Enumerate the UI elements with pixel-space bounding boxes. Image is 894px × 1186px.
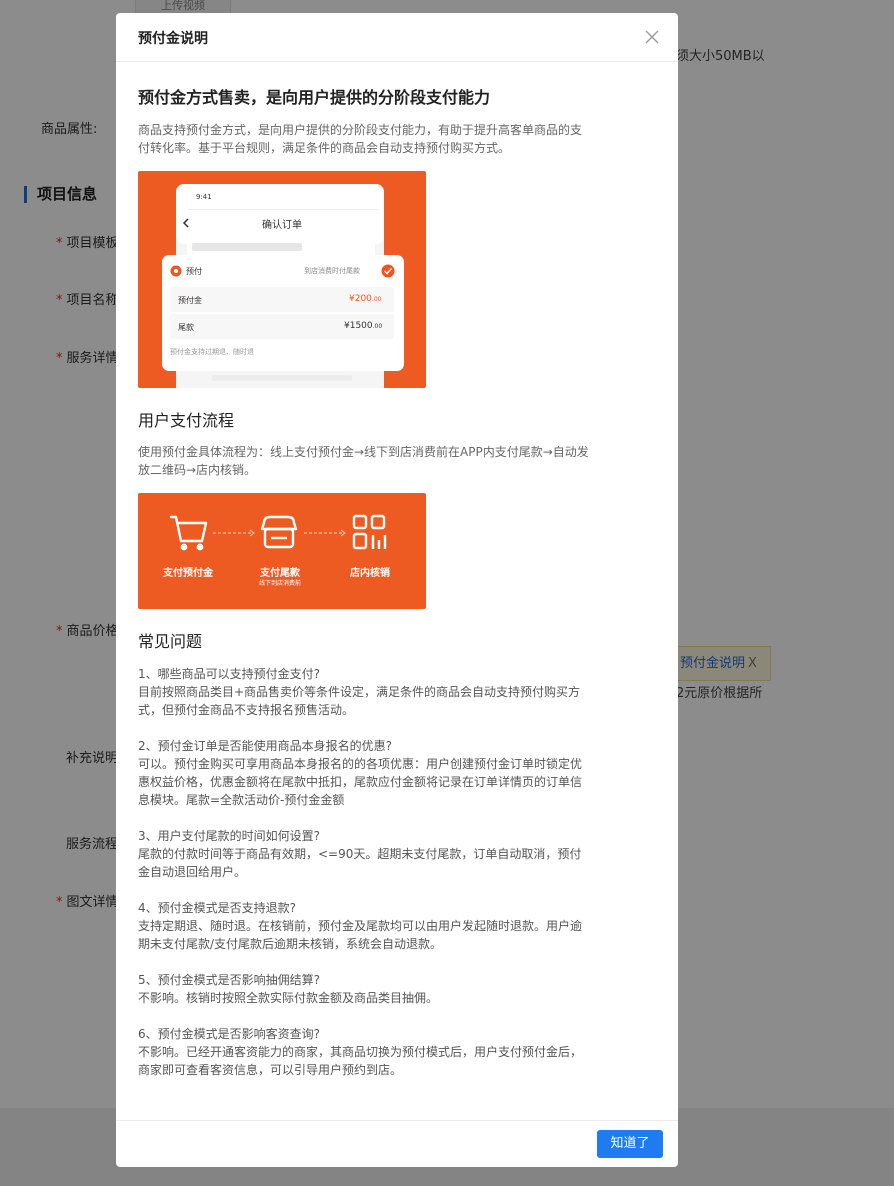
cart-icon [169, 515, 208, 551]
faq-item-4: 4、预付金模式是否支持退款? 支持定期退、随时退。在核销前，预付金及尾款均可以由… [138, 899, 590, 953]
close-icon[interactable] [640, 25, 664, 49]
faq-answer: 可以。预付金购买可享用商品本身报名的的各项优惠：用户创建预付金订单时锁定优惠权益… [138, 757, 583, 807]
prepay-explain-modal: 预付金说明 预付金方式售卖，是向用户提供的分阶段支付能力 商品支持预付金方式，是… [116, 13, 678, 1167]
phone-screen-title: 确认订单 [262, 220, 302, 231]
final-value-decimal: .00 [372, 323, 383, 330]
shop-icon [260, 515, 298, 549]
flow-step-3-label: 店内核销 [350, 568, 390, 579]
payment-flow-illustration: 支付预付金 支付尾款 线下到店消费前 店内核销 [138, 493, 426, 609]
final-payment-row-value: ¥1500.00 [344, 321, 382, 331]
flow-description: 使用预付金具体流程为：线上支付预付金→线下到店消费前在APP内支付尾款→自动发放… [138, 445, 589, 477]
faq-question: 2、预付金订单是否能使用商品本身报名的优惠? [138, 739, 393, 753]
got-it-button[interactable]: 知道了 [597, 1130, 663, 1158]
faq-heading: 常见问题 [138, 632, 203, 651]
intro-text: 商品支持预付金方式，是向用户提供的分阶段支付能力，有助于提升高客单商品的支付转化… [138, 123, 583, 155]
final-payment-row-label: 尾款 [178, 323, 194, 332]
faq-answer: 目前按照商品类目+商品售卖价等条件设定，满足条件的商品会自动支持预付购买方式，但… [138, 685, 581, 717]
faq-item-5: 5、预付金模式是否影响抽佣结算? 不影响。核销时按照全款实际付款金额及商品类目抽… [138, 971, 590, 1007]
faq-question: 3、用户支付尾款的时间如何设置? [138, 829, 321, 843]
faq-question: 5、预付金模式是否影响抽佣结算? [138, 973, 321, 987]
phone-status-time: 9:41 [196, 193, 212, 201]
payment-flow-graphic [169, 514, 387, 551]
prepay-option-label: 预付 [186, 267, 202, 276]
flow-step-1-label: 支付预付金 [163, 568, 213, 579]
prepay-refund-note: 预付金支持过期退、随时退 [170, 348, 254, 356]
flow-heading: 用户支付流程 [138, 411, 235, 430]
faq-answer: 支持定期退、随时退。在核销前，预付金及尾款均可以由用户发起随时退款。用户逾期未支… [138, 919, 583, 951]
faq-answer: 不影响。已经开通客资能力的商家，其商品切换为预付模式后，用户支付预付金后，商家即… [138, 1045, 583, 1077]
prepay-value-main: ¥200 [349, 294, 372, 304]
faq-answer: 尾款的付款时间等于商品有效期，<=90天。超期未支付尾款，订单自动取消，预付金自… [138, 847, 582, 879]
prepay-option-right: 到店消费时付尾款 [304, 267, 360, 275]
modal-title: 预付金说明 [138, 31, 208, 47]
modal-header: 预付金说明 [116, 13, 678, 62]
modal-footer: 知道了 [116, 1120, 678, 1167]
faq-question: 4、预付金模式是否支持退款? [138, 901, 297, 915]
prepay-order-illustration: 9:41 确认订单 预付 到店消费时付尾款 预付金 ¥200.00 尾款 ¥15… [138, 171, 426, 388]
faq-item-1: 1、哪些商品可以支持预付金支付? 目前按照商品类目+商品售卖价等条件设定，满足条… [138, 665, 590, 719]
faq-item-6: 6、预付金模式是否影响客资查询? 不影响。已经开通客资能力的商家，其商品切换为预… [138, 1025, 590, 1079]
prepay-row-label: 预付金 [178, 296, 202, 305]
faq-question: 6、预付金模式是否影响客资查询? [138, 1027, 321, 1041]
qr-code-icon [352, 514, 387, 550]
main-heading: 预付金方式售卖，是向用户提供的分阶段支付能力 [138, 88, 491, 107]
faq-answer: 不影响。核销时按照全款实际付款金额及商品类目抽佣。 [138, 991, 439, 1005]
flow-step-2-label: 支付尾款 [260, 568, 300, 579]
flow-step-2-sub: 线下到店消费前 [258, 580, 301, 587]
prepay-value-decimal: .00 [371, 296, 382, 303]
faq-question: 1、哪些商品可以支持预付金支付? [138, 667, 321, 681]
faq-item-2: 2、预付金订单是否能使用商品本身报名的优惠? 可以。预付金购买可享用商品本身报名… [138, 737, 590, 809]
prepay-row-value: ¥200.00 [349, 294, 381, 304]
final-value-main: ¥1500 [344, 321, 373, 331]
faq-item-3: 3、用户支付尾款的时间如何设置? 尾款的付款时间等于商品有效期，<=90天。超期… [138, 827, 590, 881]
